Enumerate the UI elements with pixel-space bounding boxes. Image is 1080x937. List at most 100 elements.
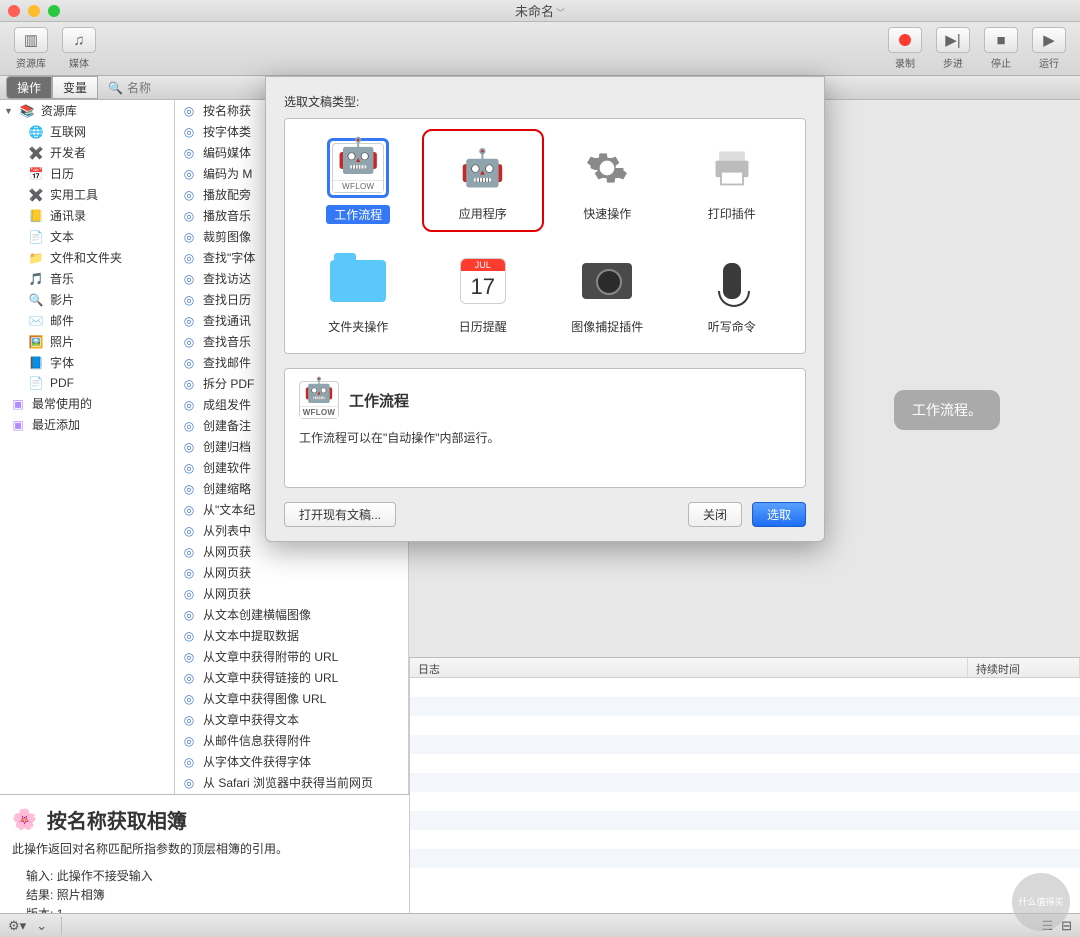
type-workflow[interactable]: 🤖WFLOW 工作流程: [301, 133, 416, 228]
action-item[interactable]: ◎从文章中获得附带的 URL: [175, 646, 408, 667]
log-col-log[interactable]: 日志: [410, 658, 968, 677]
movie-icon: 🔍: [28, 292, 44, 308]
close-button[interactable]: 关闭: [688, 502, 742, 527]
automator-icon: 🤖WFLOW: [299, 381, 339, 419]
library-header[interactable]: ▼ 📚 资源库: [0, 100, 174, 121]
type-image-capture[interactable]: 图像捕捉插件: [550, 246, 665, 339]
type-quick-action[interactable]: 快速操作: [550, 133, 665, 228]
stop-icon: ■: [984, 27, 1018, 53]
microphone-icon: [701, 250, 763, 312]
action-item[interactable]: ◎从文章中获得文本: [175, 709, 408, 730]
sidebar-item-developer[interactable]: ✖️开发者: [0, 142, 174, 163]
automator-icon: 🤖: [337, 136, 379, 176]
text-icon: 📄: [28, 229, 44, 245]
action-icon: ◎: [181, 334, 197, 350]
sidebar-item-music[interactable]: 🎵音乐: [0, 268, 174, 289]
record-button[interactable]: 录制: [884, 27, 926, 70]
sidebar-recent[interactable]: ▣最近添加: [0, 414, 174, 435]
calendar-icon: 📅: [28, 166, 44, 182]
action-icon: ◎: [181, 649, 197, 665]
action-icon: ◎: [181, 586, 197, 602]
sidebar-item-photos[interactable]: 🖼️照片: [0, 331, 174, 352]
stop-button[interactable]: ■ 停止: [980, 27, 1022, 70]
tab-variables[interactable]: 变量: [52, 76, 98, 99]
library-toggle[interactable]: ▥ 资源库: [10, 27, 52, 70]
sidebar-item-fonts[interactable]: 📘字体: [0, 352, 174, 373]
sidebar-most-used[interactable]: ▣最常使用的: [0, 393, 174, 414]
choose-button[interactable]: 选取: [752, 502, 806, 527]
expand-icon[interactable]: ⌄: [36, 918, 47, 934]
sidebar-item-files[interactable]: 📁文件和文件夹: [0, 247, 174, 268]
log-col-duration[interactable]: 持续时间: [968, 658, 1080, 677]
action-icon: ◎: [181, 544, 197, 560]
action-icon: ◎: [181, 145, 197, 161]
toolbar: ▥ 资源库 ♫ 媒体 录制 ▶| 步进 ■ 停止 ▶ 运行: [0, 22, 1080, 76]
action-icon: ◎: [181, 439, 197, 455]
record-icon: [888, 27, 922, 53]
window-title: 未命名﹀: [515, 1, 565, 20]
action-item[interactable]: ◎从网页获: [175, 583, 408, 604]
traffic-lights: [8, 5, 60, 17]
tab-actions[interactable]: 操作: [6, 76, 52, 99]
action-icon: ◎: [181, 229, 197, 245]
maximize-icon[interactable]: [48, 5, 60, 17]
type-application[interactable]: 🤖 应用程序: [426, 133, 541, 228]
action-item[interactable]: ◎从文章中获得链接的 URL: [175, 667, 408, 688]
action-item[interactable]: ◎从网页获: [175, 541, 408, 562]
sidebar-item-calendar[interactable]: 📅日历: [0, 163, 174, 184]
type-calendar-alarm[interactable]: JUL17 日历提醒: [426, 246, 541, 339]
dialog-description: 🤖WFLOW 工作流程 工作流程可以在"自动操作"内部运行。: [284, 368, 806, 488]
flower-icon: 🌸: [12, 807, 37, 832]
action-item[interactable]: ◎从文本创建横幅图像: [175, 604, 408, 625]
info-description: 此操作返回对名称匹配所指参数的顶层相簿的引用。: [12, 840, 397, 857]
run-button[interactable]: ▶ 运行: [1028, 27, 1070, 70]
action-item[interactable]: ◎从字体文件获得字体: [175, 751, 408, 772]
type-print-plugin[interactable]: 打印插件: [675, 133, 790, 228]
sidebar-item-text[interactable]: 📄文本: [0, 226, 174, 247]
action-icon: ◎: [181, 733, 197, 749]
open-existing-button[interactable]: 打开现有文稿...: [284, 502, 396, 527]
action-item[interactable]: ◎从文章中获得图像 URL: [175, 688, 408, 709]
contacts-icon: 📒: [28, 208, 44, 224]
sidebar-item-mail[interactable]: ✉️邮件: [0, 310, 174, 331]
action-icon: ◎: [181, 103, 197, 119]
action-item[interactable]: ◎从文本中提取数据: [175, 625, 408, 646]
folder-icon: [327, 250, 389, 312]
window-titlebar: 未命名﹀: [0, 0, 1080, 22]
music-icon: 🎵: [28, 271, 44, 287]
type-folder-action[interactable]: 文件夹操作: [301, 246, 416, 339]
camera-icon: [576, 250, 638, 312]
document-type-dialog: 选取文稿类型: 🤖WFLOW 工作流程 🤖 应用程序 快速操作 打印插件: [265, 76, 825, 542]
tools-icon: ✖️: [28, 145, 44, 161]
action-icon: ◎: [181, 271, 197, 287]
sidebar-item-contacts[interactable]: 📒通讯录: [0, 205, 174, 226]
close-icon[interactable]: [8, 5, 20, 17]
action-item[interactable]: ◎从 Safari 浏览器中获得当前网页: [175, 772, 408, 793]
library-sidebar: ▼ 📚 资源库 🌐互联网 ✖️开发者 📅日历 ✖️实用工具 📒通讯录 📄文本 📁…: [0, 100, 175, 913]
app-icon: 🤖: [452, 137, 514, 199]
info-title: 🌸 按名称获取相簿: [12, 805, 397, 834]
sidebar-item-utilities[interactable]: ✖️实用工具: [0, 184, 174, 205]
type-dictation[interactable]: 听写命令: [675, 246, 790, 339]
action-icon: ◎: [181, 481, 197, 497]
action-icon: ◎: [181, 628, 197, 644]
sidebar-item-movies[interactable]: 🔍影片: [0, 289, 174, 310]
minimize-icon[interactable]: [28, 5, 40, 17]
action-item[interactable]: ◎从网页获: [175, 562, 408, 583]
chevron-down-icon[interactable]: ﹀: [556, 8, 565, 18]
star-folder-icon: ▣: [10, 396, 26, 412]
sidebar-item-internet[interactable]: 🌐互联网: [0, 121, 174, 142]
action-icon: ◎: [181, 292, 197, 308]
step-button[interactable]: ▶| 步进: [932, 27, 974, 70]
sidebar-item-pdf[interactable]: 📄PDF: [0, 373, 174, 393]
type-grid: 🤖WFLOW 工作流程 🤖 应用程序 快速操作 打印插件 文件夹操作: [284, 118, 806, 354]
action-icon: ◎: [181, 523, 197, 539]
info-input: 输入: 此操作不接受输入: [26, 867, 397, 884]
pdf-icon: 📄: [28, 375, 44, 391]
info-result: 结果: 照片相簿: [26, 886, 397, 903]
media-toggle[interactable]: ♫ 媒体: [58, 27, 100, 70]
gear-dropdown[interactable]: ⚙︎▾: [8, 918, 26, 934]
action-icon: ◎: [181, 397, 197, 413]
action-item[interactable]: ◎从邮件信息获得附件: [175, 730, 408, 751]
action-icon: ◎: [181, 313, 197, 329]
